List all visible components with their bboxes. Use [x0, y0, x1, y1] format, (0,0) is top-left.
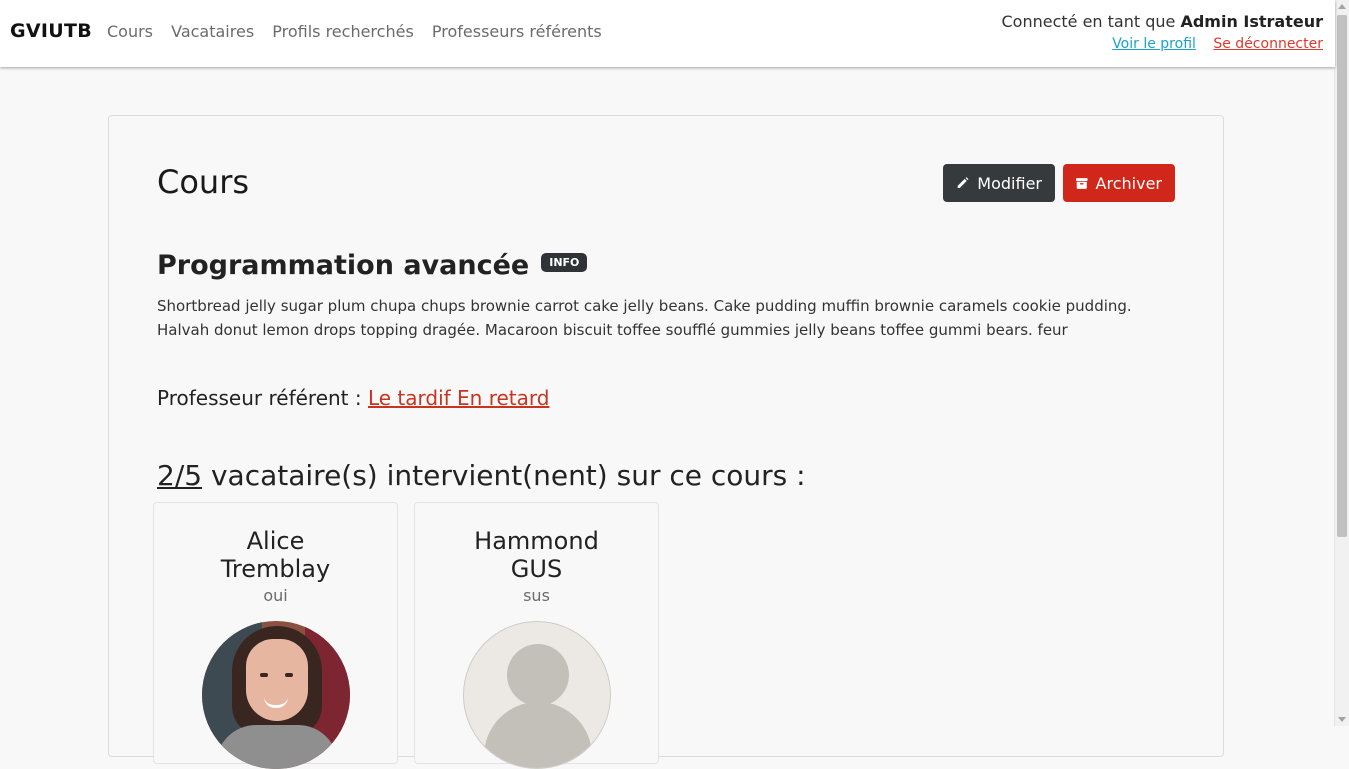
archive-button[interactable]: Archiver [1063, 164, 1175, 202]
pencil-icon [957, 177, 969, 188]
vacataire-subtitle: oui [263, 586, 288, 605]
vacataire-card[interactable]: Alice Tremblay oui [153, 502, 398, 769]
archive-box-icon [1076, 177, 1088, 189]
archive-label: Archiver [1095, 173, 1162, 193]
user-prefix: Connecté en tant que [1001, 12, 1176, 31]
modify-label: Modifier [977, 173, 1042, 193]
vacataire-name: Alice Tremblay [154, 527, 397, 583]
department-badge: INFO [541, 253, 588, 272]
vacataire-first-name: Hammond [474, 527, 599, 555]
user-name: Admin Istrateur [1180, 12, 1323, 31]
vacataires-heading-text: vacataire(s) intervient(nent) sur ce cou… [210, 459, 806, 492]
vacataire-name: Hammond GUS [415, 527, 658, 583]
user-box: Connecté en tant que Admin Istrateur Voi… [1001, 12, 1323, 52]
modify-button[interactable]: Modifier [943, 164, 1055, 202]
main-nav: Cours Vacataires Profils recherchés Prof… [107, 22, 615, 41]
vacataire-first-name: Alice [246, 527, 305, 555]
vacataire-last-name: Tremblay [220, 555, 331, 583]
referent-professor: Professeur référent : Le tardif En retar… [157, 386, 549, 410]
course-card: Cours Modifier Archiver Programmation av… [108, 115, 1224, 769]
user-status: Connecté en tant que Admin Istrateur [1001, 12, 1323, 31]
page-scrollbar[interactable] [1334, 0, 1349, 726]
vacataires-count: 2/5 [157, 459, 203, 492]
scroll-up-arrow-icon[interactable] [1338, 4, 1346, 9]
course-title-row: Programmation avancée INFO [157, 250, 588, 281]
nav-item-vacataires[interactable]: Vacataires [171, 22, 254, 41]
course-description: Shortbread jelly sugar plum chupa chups … [157, 297, 1132, 339]
scroll-down-arrow-icon[interactable] [1338, 717, 1346, 722]
vacataires-heading: 2/5 vacataire(s) intervient(nent) sur ce… [157, 459, 806, 492]
page-title: Cours [157, 163, 250, 201]
default-avatar-icon [462, 621, 611, 769]
vacataire-subtitle: sus [523, 586, 550, 605]
view-profile-link[interactable]: Voir le profil [1112, 36, 1196, 52]
avatar [201, 621, 350, 769]
nav-item-professeurs[interactable]: Professeurs référents [432, 22, 602, 41]
nav-item-cours[interactable]: Cours [107, 22, 153, 41]
top-navbar: GVIUTB Cours Vacataires Profils recherch… [0, 0, 1335, 67]
referent-professor-link[interactable]: Le tardif En retard [368, 386, 550, 410]
scroll-thumb[interactable] [1337, 15, 1347, 537]
logout-link[interactable]: Se déconnecter [1213, 36, 1323, 52]
nav-item-profils[interactable]: Profils recherchés [272, 22, 414, 41]
referent-label: Professeur référent : [157, 386, 362, 410]
vacataire-card[interactable]: Hammond GUS sus [414, 502, 659, 769]
user-links: Voir le profil Se déconnecter [1001, 36, 1323, 52]
vacataire-last-name: GUS [510, 555, 563, 583]
course-name: Programmation avancée [157, 250, 530, 281]
brand-logo[interactable]: GVIUTB [10, 20, 92, 42]
